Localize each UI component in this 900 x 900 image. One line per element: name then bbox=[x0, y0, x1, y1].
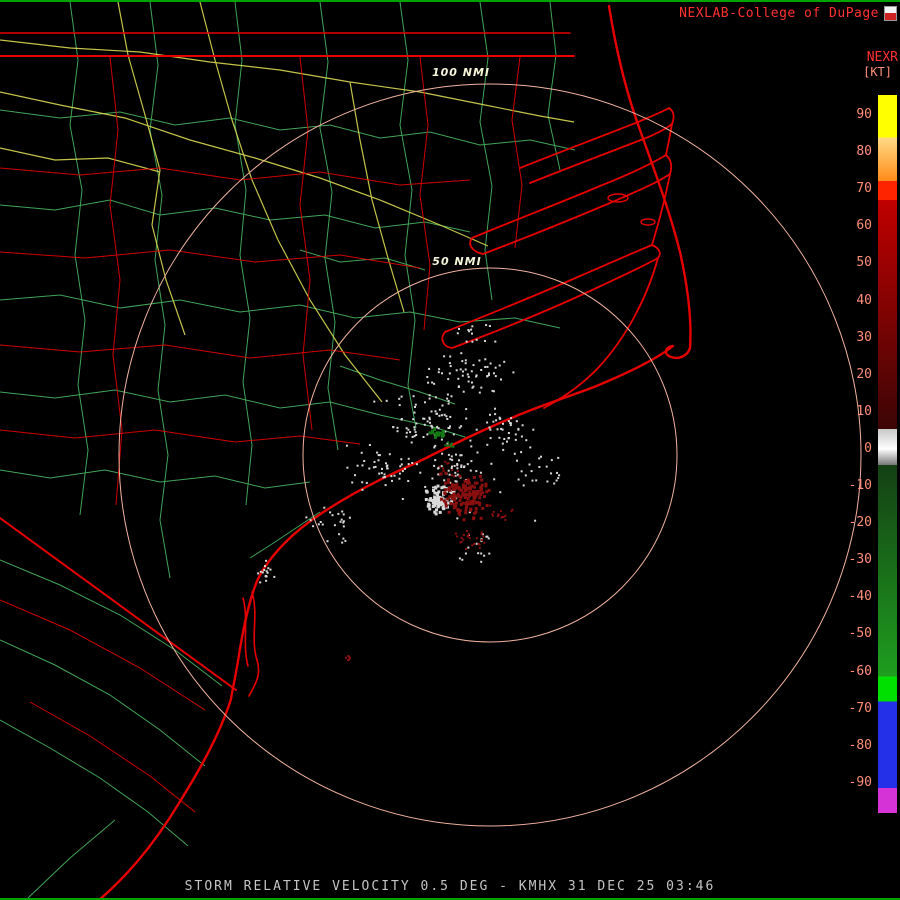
cod-logo-icon bbox=[884, 6, 897, 21]
colorbar-ticks: 90 80 70 60 50 40 30 20 10 0 -10 -20 -30 -40 -50 -60 -70… bbox=[832, 108, 872, 808]
colorbar-tick-label: -80 bbox=[832, 739, 872, 753]
colorbar-tick-label: -50 bbox=[832, 627, 872, 641]
colorbar-units-label: [KT] bbox=[863, 65, 892, 79]
colorbar-tick-label: 10 bbox=[832, 405, 872, 419]
colorbar-tick-label: -70 bbox=[832, 702, 872, 716]
county-lines-layer bbox=[0, 2, 575, 898]
colorbar-product-label: NEXR bbox=[867, 50, 898, 65]
colorbar-tick-label: -60 bbox=[832, 665, 872, 679]
range-ring-label-50nmi: 50 NMI bbox=[402, 255, 512, 268]
radar-map bbox=[0, 0, 900, 900]
range-ring-label-100nmi: 100 NMI bbox=[406, 66, 516, 79]
colorbar-tick-label: -20 bbox=[832, 516, 872, 530]
radar-display: NEXLAB-College of DuPage NEXR [KT] 90 80 7… bbox=[0, 0, 900, 900]
colorbar-tick-label: -40 bbox=[832, 590, 872, 604]
colorbar-tick-label: 0 bbox=[832, 442, 872, 456]
top-border bbox=[0, 0, 900, 2]
colorbar-tick-label: -90 bbox=[832, 776, 872, 790]
colorbar-tick-label: 50 bbox=[832, 256, 872, 270]
radar-echoes-layer bbox=[257, 324, 560, 661]
colorbar-tick-label: 90 bbox=[832, 108, 872, 122]
colorbar-tick-label: 30 bbox=[832, 331, 872, 345]
colorbar-tick-label: 20 bbox=[832, 368, 872, 382]
status-line: STORM RELATIVE VELOCITY 0.5 DEG - KMHX 3… bbox=[0, 879, 900, 894]
colorbar-gradient bbox=[878, 95, 897, 813]
range-ring-100nmi bbox=[119, 84, 861, 826]
range-ring-50nmi bbox=[303, 268, 677, 642]
colorbar-tick-label: 40 bbox=[832, 294, 872, 308]
brand-text: NEXLAB-College of DuPage bbox=[679, 6, 879, 21]
range-rings bbox=[119, 84, 861, 826]
colorbar-tick-label: 80 bbox=[832, 145, 872, 159]
coastline-layer bbox=[0, 6, 691, 900]
header: NEXLAB-College of DuPage bbox=[679, 6, 897, 21]
colorbar-tick-label: -10 bbox=[832, 479, 872, 493]
colorbar-tick-label: -30 bbox=[832, 553, 872, 567]
colorbar-tick-label: 70 bbox=[832, 182, 872, 196]
colorbar-tick-label: 60 bbox=[832, 219, 872, 233]
